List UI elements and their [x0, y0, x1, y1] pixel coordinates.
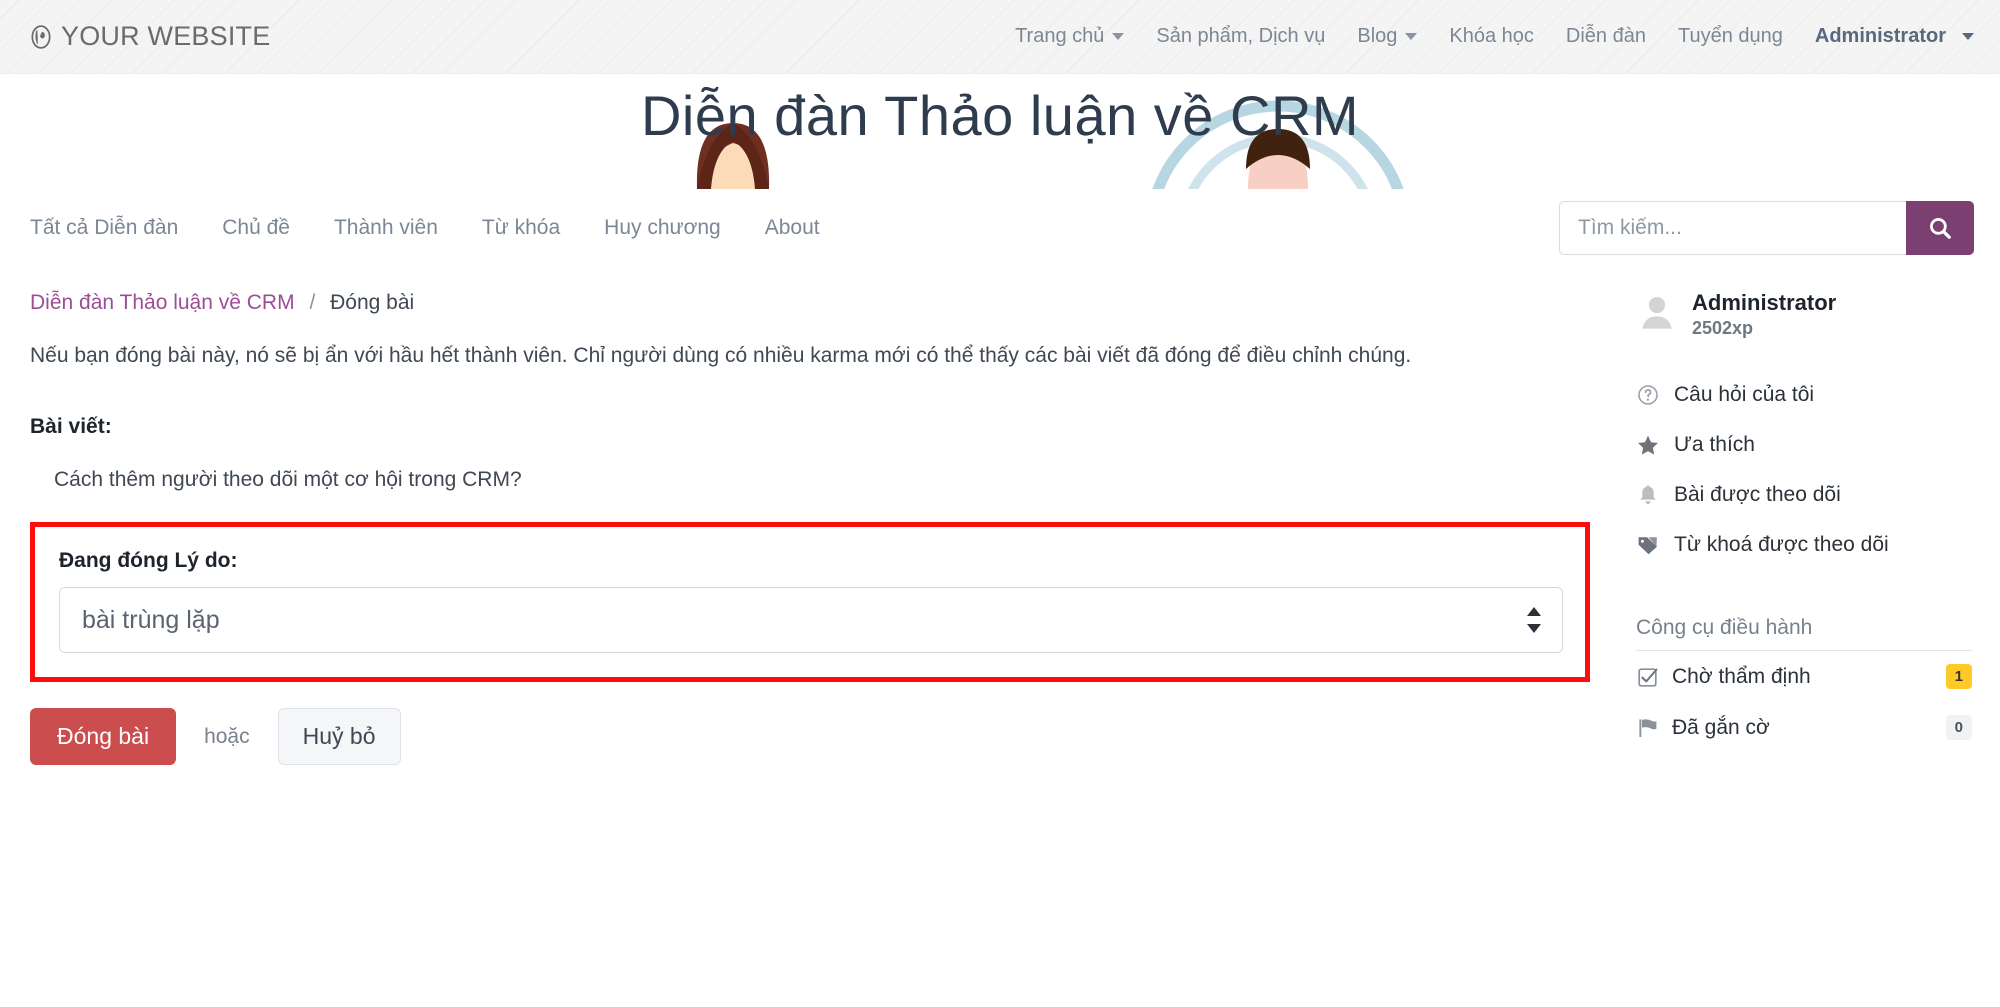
sidebar-tool-flagged[interactable]: Đã gắn cờ 0	[1636, 702, 1972, 753]
globe-icon	[28, 24, 54, 50]
user-meta: Administrator 2502xp	[1692, 289, 1836, 340]
site-brand[interactable]: YOUR WEBSITE	[28, 21, 270, 52]
sidebar-item-label: Câu hỏi của tôi	[1674, 383, 1815, 407]
flag-icon	[1636, 716, 1660, 740]
nav-label: Blog	[1357, 25, 1398, 47]
nav-item-dien-dan[interactable]: Diễn đàn	[1550, 19, 1662, 54]
breadcrumb-current: Đóng bài	[330, 291, 415, 314]
subnav-item-tat-ca-dien-dan[interactable]: Tất cả Diễn đàn	[30, 210, 201, 246]
account-menu[interactable]: Administrator	[1799, 19, 1978, 54]
nav-label: Tuyển dụng	[1677, 25, 1783, 47]
close-reason-select[interactable]: bài trùng lặp	[59, 587, 1563, 654]
search-icon	[1927, 215, 1953, 241]
close-reason-highlight-panel: Đang đóng Lý do: bài trùng lặp	[30, 522, 1590, 683]
tag-icon	[1636, 533, 1660, 557]
sidebar-item-my-questions[interactable]: Câu hỏi của tôi	[1636, 370, 1972, 420]
bell-icon	[1636, 483, 1660, 507]
close-reason-label: Đang đóng Lý do:	[59, 549, 238, 573]
star-icon	[1636, 433, 1660, 457]
sidebar-item-label: Bài được theo dõi	[1674, 483, 1841, 507]
close-post-button[interactable]: Đóng bài	[30, 708, 177, 766]
forum-subnav: Tất cả Diễn đàn Chủ đề Thành viên Từ khó…	[30, 210, 864, 246]
nav-label: Trang chủ	[1015, 25, 1105, 47]
sidebar-tool-label: Chờ thẩm định	[1672, 664, 1811, 688]
sidebar-tool-label: Đã gắn cờ	[1672, 715, 1770, 739]
sidebar-item-label: Ưa thích	[1674, 433, 1755, 457]
nav-item-tuyen-dung[interactable]: Tuyển dụng	[1662, 19, 1799, 54]
user-avatar-icon	[1636, 291, 1678, 338]
page-title: Diễn đàn Thảo luận về CRM	[640, 84, 1360, 147]
sidebar: Administrator 2502xp Câu hỏi của tôi Ưa …	[1600, 267, 1972, 765]
breadcrumb-root-link[interactable]: Diễn đàn Thảo luận về CRM	[30, 291, 295, 314]
form-actions: Đóng bài hoặc Huỷ bỏ	[30, 708, 1600, 766]
nav-label: Khóa học	[1449, 25, 1534, 47]
subnav-item-huy-chuong[interactable]: Huy chương	[604, 210, 744, 246]
nav-item-trang-chu[interactable]: Trang chủ	[999, 19, 1140, 54]
account-label: Administrator	[1814, 25, 1946, 47]
breadcrumb-separator: /	[309, 291, 316, 314]
close-reason-select-wrapper: bài trùng lặp	[59, 587, 1563, 654]
sidebar-item-followed-posts[interactable]: Bài được theo dõi	[1636, 470, 1972, 520]
question-circle-icon	[1636, 383, 1660, 407]
sidebar-item-followed-tags[interactable]: Từ khoá được theo dõi	[1636, 520, 1972, 570]
forum-banner: Diễn đàn Thảo luận về CRM	[0, 74, 2000, 189]
content-column: Diễn đàn Thảo luận về CRM / Đóng bài Nếu…	[30, 267, 1600, 766]
subnav-item-chu-de[interactable]: Chủ đề	[222, 210, 313, 246]
nav-item-blog[interactable]: Blog	[1341, 19, 1433, 54]
sidebar-user[interactable]: Administrator 2502xp	[1636, 289, 1972, 340]
or-label: hoặc	[204, 724, 250, 748]
status-badge: 1	[1945, 664, 1972, 690]
cancel-button[interactable]: Huỷ bỏ	[277, 708, 401, 766]
check-square-icon	[1636, 665, 1660, 689]
search-input[interactable]	[1559, 201, 1906, 255]
user-xp: 2502xp	[1692, 318, 1754, 339]
chevron-down-icon	[1112, 33, 1125, 40]
subnav-item-thanh-vien[interactable]: Thành viên	[334, 210, 461, 246]
main-layout: Diễn đàn Thảo luận về CRM / Đóng bài Nếu…	[0, 267, 2000, 766]
search-box	[1559, 201, 1974, 255]
brand-label: YOUR WEBSITE	[61, 21, 271, 51]
nav-label: Sản phẩm, Dịch vụ	[1156, 25, 1326, 47]
sidebar-tools-heading: Công cụ điều hành	[1636, 606, 1972, 652]
status-badge: 0	[1945, 715, 1972, 741]
subnav-item-about[interactable]: About	[765, 210, 843, 246]
breadcrumb: Diễn đàn Thảo luận về CRM / Đóng bài	[30, 277, 1600, 321]
subnav-item-tu-khoa[interactable]: Từ khóa	[482, 210, 583, 246]
user-name: Administrator	[1692, 290, 1837, 315]
sidebar-tool-pending-review[interactable]: Chờ thẩm định 1	[1636, 651, 1972, 702]
chevron-down-icon	[1405, 33, 1418, 40]
nav-item-khoa-hoc[interactable]: Khóa học	[1433, 19, 1550, 54]
post-section-label: Bài viết:	[30, 415, 112, 439]
sidebar-item-label: Từ khoá được theo dõi	[1674, 533, 1889, 557]
post-title: Cách thêm người theo dõi một cơ hội tron…	[54, 468, 522, 492]
sidebar-item-favorites[interactable]: Ưa thích	[1636, 420, 1972, 470]
primary-nav: Trang chủ Sản phẩm, Dịch vụ Blog Khóa họ…	[999, 19, 1978, 54]
top-navbar: YOUR WEBSITE Trang chủ Sản phẩm, Dịch vụ…	[0, 0, 2000, 74]
nav-label: Diễn đàn	[1565, 25, 1646, 47]
search-button[interactable]	[1906, 201, 1974, 255]
chevron-down-icon	[1962, 33, 1974, 40]
nav-item-san-pham-dich-vu[interactable]: Sản phẩm, Dịch vụ	[1140, 19, 1341, 54]
close-post-description: Nếu bạn đóng bài này, nó sẽ bị ẩn với hầ…	[30, 344, 1412, 367]
forum-subnav-bar: Tất cả Diễn đàn Chủ đề Thành viên Từ khó…	[0, 189, 2000, 267]
